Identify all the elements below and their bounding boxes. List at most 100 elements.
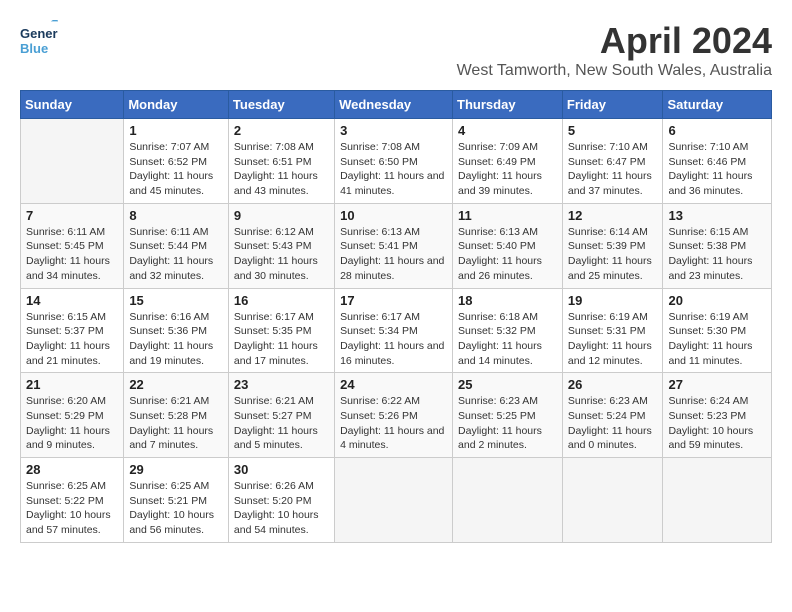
day-info: Sunrise: 6:11 AMSunset: 5:44 PMDaylight:… [129, 225, 223, 284]
day-number: 19 [568, 293, 658, 308]
title-block: April 2024 West Tamworth, New South Wale… [457, 20, 772, 80]
day-cell: 28 Sunrise: 6:25 AMSunset: 5:22 PMDaylig… [21, 458, 124, 543]
day-info: Sunrise: 6:25 AMSunset: 5:21 PMDaylight:… [129, 479, 223, 538]
day-cell: 18 Sunrise: 6:18 AMSunset: 5:32 PMDaylig… [453, 288, 563, 373]
day-info: Sunrise: 6:24 AMSunset: 5:23 PMDaylight:… [668, 394, 766, 453]
day-info: Sunrise: 6:13 AMSunset: 5:41 PMDaylight:… [340, 225, 447, 284]
header-day-thursday: Thursday [453, 91, 563, 119]
day-number: 9 [234, 208, 329, 223]
day-number: 10 [340, 208, 447, 223]
day-cell: 11 Sunrise: 6:13 AMSunset: 5:40 PMDaylig… [453, 203, 563, 288]
day-number: 26 [568, 377, 658, 392]
header-day-saturday: Saturday [663, 91, 772, 119]
day-cell: 22 Sunrise: 6:21 AMSunset: 5:28 PMDaylig… [124, 373, 229, 458]
day-number: 12 [568, 208, 658, 223]
day-number: 13 [668, 208, 766, 223]
day-number: 22 [129, 377, 223, 392]
day-cell: 29 Sunrise: 6:25 AMSunset: 5:21 PMDaylig… [124, 458, 229, 543]
day-cell: 2 Sunrise: 7:08 AMSunset: 6:51 PMDayligh… [228, 119, 334, 204]
page-header: General Blue April 2024 West Tamworth, N… [20, 20, 772, 80]
day-cell [453, 458, 563, 543]
day-cell: 19 Sunrise: 6:19 AMSunset: 5:31 PMDaylig… [562, 288, 663, 373]
day-number: 28 [26, 462, 118, 477]
day-number: 27 [668, 377, 766, 392]
day-number: 16 [234, 293, 329, 308]
day-number: 11 [458, 208, 557, 223]
logo-icon: General Blue [20, 20, 58, 58]
day-cell [663, 458, 772, 543]
day-cell [562, 458, 663, 543]
svg-text:General: General [20, 26, 58, 41]
day-cell: 25 Sunrise: 6:23 AMSunset: 5:25 PMDaylig… [453, 373, 563, 458]
day-info: Sunrise: 6:19 AMSunset: 5:31 PMDaylight:… [568, 310, 658, 369]
day-info: Sunrise: 6:23 AMSunset: 5:25 PMDaylight:… [458, 394, 557, 453]
week-row-5: 28 Sunrise: 6:25 AMSunset: 5:22 PMDaylig… [21, 458, 772, 543]
day-cell: 30 Sunrise: 6:26 AMSunset: 5:20 PMDaylig… [228, 458, 334, 543]
day-info: Sunrise: 6:16 AMSunset: 5:36 PMDaylight:… [129, 310, 223, 369]
day-number: 15 [129, 293, 223, 308]
day-info: Sunrise: 6:21 AMSunset: 5:28 PMDaylight:… [129, 394, 223, 453]
day-info: Sunrise: 7:09 AMSunset: 6:49 PMDaylight:… [458, 140, 557, 199]
day-cell: 26 Sunrise: 6:23 AMSunset: 5:24 PMDaylig… [562, 373, 663, 458]
day-cell: 4 Sunrise: 7:09 AMSunset: 6:49 PMDayligh… [453, 119, 563, 204]
day-info: Sunrise: 6:15 AMSunset: 5:38 PMDaylight:… [668, 225, 766, 284]
day-number: 24 [340, 377, 447, 392]
day-cell: 16 Sunrise: 6:17 AMSunset: 5:35 PMDaylig… [228, 288, 334, 373]
day-number: 21 [26, 377, 118, 392]
day-number: 3 [340, 123, 447, 138]
day-cell: 13 Sunrise: 6:15 AMSunset: 5:38 PMDaylig… [663, 203, 772, 288]
day-cell: 24 Sunrise: 6:22 AMSunset: 5:26 PMDaylig… [335, 373, 453, 458]
day-info: Sunrise: 7:07 AMSunset: 6:52 PMDaylight:… [129, 140, 223, 199]
day-number: 8 [129, 208, 223, 223]
day-cell [335, 458, 453, 543]
header-row: SundayMondayTuesdayWednesdayThursdayFrid… [21, 91, 772, 119]
day-info: Sunrise: 6:19 AMSunset: 5:30 PMDaylight:… [668, 310, 766, 369]
header-day-friday: Friday [562, 91, 663, 119]
day-info: Sunrise: 6:22 AMSunset: 5:26 PMDaylight:… [340, 394, 447, 453]
day-info: Sunrise: 6:17 AMSunset: 5:34 PMDaylight:… [340, 310, 447, 369]
week-row-3: 14 Sunrise: 6:15 AMSunset: 5:37 PMDaylig… [21, 288, 772, 373]
day-info: Sunrise: 6:21 AMSunset: 5:27 PMDaylight:… [234, 394, 329, 453]
day-info: Sunrise: 6:14 AMSunset: 5:39 PMDaylight:… [568, 225, 658, 284]
day-cell: 23 Sunrise: 6:21 AMSunset: 5:27 PMDaylig… [228, 373, 334, 458]
calendar-table: SundayMondayTuesdayWednesdayThursdayFrid… [20, 90, 772, 543]
day-number: 18 [458, 293, 557, 308]
day-info: Sunrise: 6:12 AMSunset: 5:43 PMDaylight:… [234, 225, 329, 284]
header-day-sunday: Sunday [21, 91, 124, 119]
day-number: 5 [568, 123, 658, 138]
day-number: 23 [234, 377, 329, 392]
day-number: 6 [668, 123, 766, 138]
day-cell: 8 Sunrise: 6:11 AMSunset: 5:44 PMDayligh… [124, 203, 229, 288]
day-number: 30 [234, 462, 329, 477]
day-info: Sunrise: 6:11 AMSunset: 5:45 PMDaylight:… [26, 225, 118, 284]
week-row-1: 1 Sunrise: 7:07 AMSunset: 6:52 PMDayligh… [21, 119, 772, 204]
day-info: Sunrise: 6:25 AMSunset: 5:22 PMDaylight:… [26, 479, 118, 538]
day-number: 17 [340, 293, 447, 308]
day-info: Sunrise: 6:17 AMSunset: 5:35 PMDaylight:… [234, 310, 329, 369]
day-cell: 9 Sunrise: 6:12 AMSunset: 5:43 PMDayligh… [228, 203, 334, 288]
day-info: Sunrise: 7:08 AMSunset: 6:51 PMDaylight:… [234, 140, 329, 199]
calendar-subtitle: West Tamworth, New South Wales, Australi… [457, 62, 772, 80]
day-cell [21, 119, 124, 204]
header-day-monday: Monday [124, 91, 229, 119]
day-cell: 21 Sunrise: 6:20 AMSunset: 5:29 PMDaylig… [21, 373, 124, 458]
logo: General Blue [20, 20, 58, 63]
day-info: Sunrise: 6:23 AMSunset: 5:24 PMDaylight:… [568, 394, 658, 453]
day-cell: 10 Sunrise: 6:13 AMSunset: 5:41 PMDaylig… [335, 203, 453, 288]
day-number: 4 [458, 123, 557, 138]
day-number: 20 [668, 293, 766, 308]
calendar-title: April 2024 [457, 20, 772, 62]
day-info: Sunrise: 6:13 AMSunset: 5:40 PMDaylight:… [458, 225, 557, 284]
day-info: Sunrise: 7:10 AMSunset: 6:47 PMDaylight:… [568, 140, 658, 199]
day-cell: 1 Sunrise: 7:07 AMSunset: 6:52 PMDayligh… [124, 119, 229, 204]
day-cell: 20 Sunrise: 6:19 AMSunset: 5:30 PMDaylig… [663, 288, 772, 373]
day-cell: 14 Sunrise: 6:15 AMSunset: 5:37 PMDaylig… [21, 288, 124, 373]
week-row-4: 21 Sunrise: 6:20 AMSunset: 5:29 PMDaylig… [21, 373, 772, 458]
svg-text:Blue: Blue [20, 41, 48, 56]
day-cell: 6 Sunrise: 7:10 AMSunset: 6:46 PMDayligh… [663, 119, 772, 204]
day-info: Sunrise: 6:15 AMSunset: 5:37 PMDaylight:… [26, 310, 118, 369]
week-row-2: 7 Sunrise: 6:11 AMSunset: 5:45 PMDayligh… [21, 203, 772, 288]
day-info: Sunrise: 6:20 AMSunset: 5:29 PMDaylight:… [26, 394, 118, 453]
day-cell: 7 Sunrise: 6:11 AMSunset: 5:45 PMDayligh… [21, 203, 124, 288]
day-cell: 12 Sunrise: 6:14 AMSunset: 5:39 PMDaylig… [562, 203, 663, 288]
